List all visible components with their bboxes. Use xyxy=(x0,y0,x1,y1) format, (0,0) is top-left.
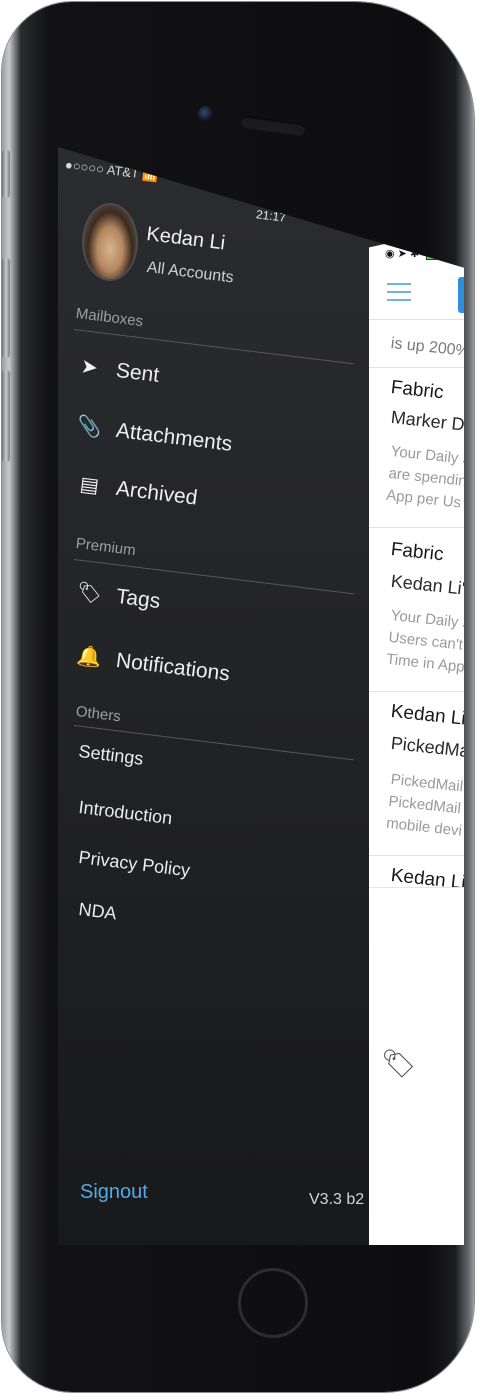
account-selector[interactable]: All Accounts xyxy=(146,259,235,287)
email-subject[interactable]: PickedMai xyxy=(390,733,464,763)
email-sender[interactable]: Fabric xyxy=(390,539,445,566)
volume-down-button xyxy=(2,370,10,462)
menu-item-label: Tags xyxy=(114,584,162,613)
send-icon: ➤ xyxy=(79,355,99,380)
divider xyxy=(369,319,464,320)
compose-button-edge[interactable] xyxy=(458,277,464,313)
menu-item-introduction[interactable]: Introduction xyxy=(77,797,174,829)
volume-up-button xyxy=(2,258,10,358)
mute-switch xyxy=(2,150,10,198)
email-subject[interactable]: Kedan Li's xyxy=(390,571,464,601)
email-preview: PickedMail PickedMail mobile devi xyxy=(385,769,464,843)
carrier-label: ●○○○○ AT&T xyxy=(64,157,140,181)
status-carrier: ●○○○○ AT&T 📶 xyxy=(64,157,159,184)
menu-item-nda[interactable]: NDA xyxy=(77,899,118,924)
menu-item-label: Sent xyxy=(114,358,161,387)
menu-item-label: Attachments xyxy=(114,418,234,456)
peek-status-bar: ◉ ➤ ✱ xyxy=(385,247,449,260)
home-button[interactable] xyxy=(238,1268,308,1338)
side-menu: ●○○○○ AT&T 📶 21:17 Kedan Li All Accounts… xyxy=(58,147,464,1245)
divider xyxy=(369,527,464,528)
divider xyxy=(369,367,464,368)
section-mailboxes: Mailboxes xyxy=(74,305,145,331)
battery-icon xyxy=(426,248,449,260)
email-preview: Your Daily S are spendin App per Us xyxy=(385,441,464,515)
menu-item-label: Archived xyxy=(114,476,199,510)
archive-icon: ▤ xyxy=(78,473,101,498)
tag-icon: 🏷 xyxy=(75,581,104,606)
menu-item-label: Notifications xyxy=(114,648,232,686)
location-icon: ➤ xyxy=(397,248,407,260)
menu-item-notifications[interactable]: 🔔 Notifications xyxy=(75,643,232,687)
section-premium: Premium xyxy=(74,535,137,560)
paperclip-icon: 📎 xyxy=(75,415,104,440)
divider xyxy=(369,855,464,856)
earpiece-speaker xyxy=(239,115,307,137)
menu-item-attachments[interactable]: 📎 Attachments xyxy=(75,413,234,457)
version-label: V3.3 b2 xyxy=(309,1191,365,1208)
menu-item-settings[interactable]: Settings xyxy=(77,741,145,770)
signout-button[interactable]: Signout xyxy=(80,1181,148,1204)
front-camera xyxy=(198,106,214,122)
email-preview: Your Daily S Users can't Time in App xyxy=(385,605,464,679)
bluetooth-icon: ✱ xyxy=(409,248,420,260)
orientation-lock-icon: ◉ xyxy=(385,248,395,260)
tag-icon[interactable]: 🏷 xyxy=(381,1047,417,1080)
email-sender[interactable]: Kedan Li' xyxy=(390,701,464,731)
menu-item-sent[interactable]: ➤ Sent xyxy=(75,353,161,388)
user-name[interactable]: Kedan Li xyxy=(145,223,226,255)
hamburger-menu-icon[interactable] xyxy=(387,283,411,307)
menu-item-privacy-policy[interactable]: Privacy Policy xyxy=(77,847,192,881)
inbox-peek-panel[interactable]: ◉ ➤ ✱ is up 200% Fabric Marker Da Your D… xyxy=(369,227,464,1245)
bell-icon: 🔔 xyxy=(75,645,104,670)
email-subject[interactable]: Marker Da xyxy=(390,407,464,437)
email-preview-tail: is up 200% xyxy=(390,334,464,361)
status-time: 21:17 xyxy=(255,207,287,225)
menu-item-archived[interactable]: ▤ Archived xyxy=(75,471,199,511)
phone-frame: ●○○○○ AT&T 📶 21:17 Kedan Li All Accounts… xyxy=(2,2,474,1392)
divider xyxy=(369,691,464,692)
email-sender[interactable]: Fabric xyxy=(390,377,445,404)
menu-item-tags[interactable]: 🏷 Tags xyxy=(75,579,162,614)
section-others: Others xyxy=(74,703,122,726)
wifi-icon: 📶 xyxy=(141,166,160,184)
avatar[interactable] xyxy=(82,203,138,281)
